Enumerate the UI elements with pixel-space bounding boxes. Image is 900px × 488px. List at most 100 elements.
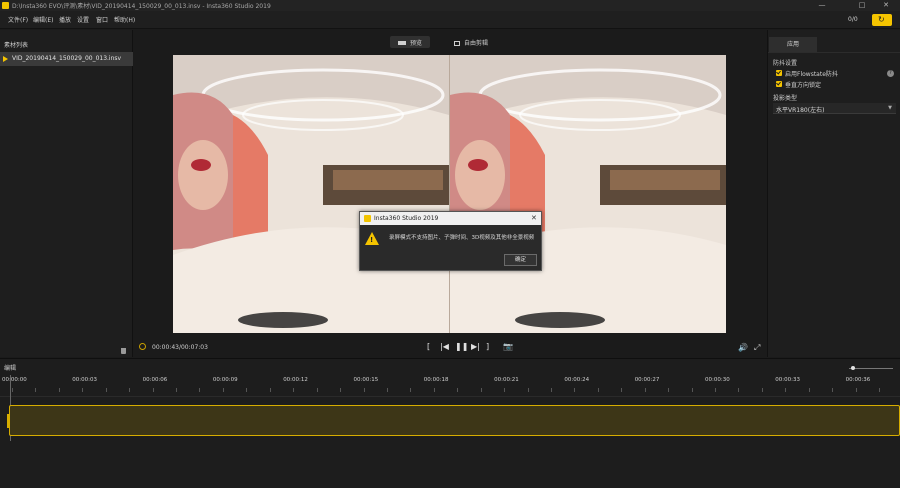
menu-bar: 文件(F) 编辑(E) 播放 设置 窗口 帮助(H) 0/0 ↻ [0,11,900,29]
media-list-panel: 素材列表 VID_20190414_150029_00_013.insv [0,30,133,357]
fullscreen-icon[interactable]: ⤢ [754,343,760,353]
vertical-lock-checkbox[interactable] [776,81,782,87]
timeline-tick [316,388,318,392]
maximize-button[interactable]: □ [852,0,872,11]
timeline-tick [176,388,178,392]
tab-free-edit-label: 自由剪辑 [464,40,489,47]
timeline-tick-label: 00:00:00 [2,377,27,383]
menu-help[interactable]: 帮助(H) [114,15,135,24]
flowstate-label: 启用Flowstate防抖 [785,71,838,78]
tab-apply[interactable]: 应用 [769,37,817,52]
timeline-tick-label: 00:00:15 [353,377,379,383]
warning-dialog: Insta360 Studio 2019 ✕ ! 录屏模式不支持图片、子弹时间、… [359,211,542,271]
zoom-knob[interactable] [851,366,855,370]
timeline-tick [363,388,365,392]
time-ruler[interactable]: 00:00:00 00:00:03 00:00:06 00:00:09 00:00:12… [0,375,900,397]
timeline-tick [293,388,295,392]
tab-free-edit[interactable]: 自由剪辑 [446,36,496,48]
timeline-tick [597,388,599,392]
next-frame-button[interactable]: ▶| [471,342,480,352]
dialog-title-bar: Insta360 Studio 2019 ✕ [360,212,541,225]
media-list-header: 素材列表 [4,42,29,49]
menu-edit[interactable]: 编辑(E) [33,15,53,24]
projection-select[interactable]: 水平VR180(左右) ▼ [773,103,896,114]
zoom-slider[interactable] [843,365,898,371]
menu-window[interactable]: 窗口 [96,15,108,24]
media-file-name: VID_20190414_150029_00_013.insv [12,55,122,62]
menu-settings[interactable]: 设置 [77,15,89,24]
timeline-tick [550,388,552,392]
timeline-tick [58,388,60,392]
title-bar: D:\Insta360 EVO\评测\素材\VID_20190414_15002… [0,0,900,11]
timeline-tick [410,388,412,392]
projection-header: 投影类型 [773,95,798,102]
video-viewport[interactable] [173,55,726,333]
timeline-tick [621,388,623,392]
projection-value: 水平VR180(左右) [776,107,825,114]
chevron-down-icon: ▼ [888,105,892,111]
timeline-tick [340,388,342,392]
timeline-tick [457,388,459,392]
timeline-panel: 编辑 00:00:00 00:00:03 00:00:06 00:00:09 00:00… [0,358,900,488]
volume-icon[interactable]: 🔊 [738,343,748,352]
media-list-item[interactable]: VID_20190414_150029_00_013.insv [0,52,133,66]
menu-file[interactable]: 文件(F) [8,15,28,24]
timeline-tick [35,388,37,392]
in-point-button[interactable]: [ [427,342,430,352]
timeline-tick [808,388,810,392]
settings-circle-icon[interactable] [139,343,146,350]
out-point-button[interactable]: ] [486,342,489,352]
timeline-tick-label: 00:00:09 [212,377,238,383]
menu-play[interactable]: 播放 [59,15,71,24]
app-logo-icon [364,215,371,222]
timeline-tick [433,388,435,392]
divider [768,52,900,53]
timeline-tick [222,388,224,392]
help-icon[interactable]: ? [887,70,894,77]
preview-area: 预览 自由剪辑 00:00:43/00:07:03 [|◀ ❚❚ ▶|] 📷… [134,30,767,357]
timeline-label: 编辑 [4,365,17,372]
timeline-tick [386,388,388,392]
timeline-tick [691,388,693,392]
prev-frame-button[interactable]: |◀ [440,342,449,352]
pause-button[interactable]: ❚❚ [455,342,468,352]
upgrade-button[interactable]: ↻ [872,14,892,26]
timeline-tick [504,388,506,392]
page-counter: 0/0 [848,16,858,23]
timeline-tick [12,388,13,392]
timeline-tick [785,388,787,392]
app-logo-icon [2,2,9,9]
minimize-button[interactable]: — [812,0,832,11]
monitor-icon [398,41,406,45]
timeline-tick [738,388,740,392]
dialog-close-icon[interactable]: ✕ [531,214,537,222]
timeline-tick-label: 00:00:21 [494,377,519,383]
window-title: D:\Insta360 EVO\评测\素材\VID_20190414_15002… [12,3,271,10]
timeline-tick [199,388,201,392]
play-indicator-icon [3,56,8,62]
timeline-tick-label: 00:00:27 [634,377,660,383]
settings-panel: 应用 防抖设置 启用Flowstate防抖 ? 垂直方向锁定 投影类型 水平VR… [767,30,900,357]
timeline-tick [668,388,670,392]
tab-preview[interactable]: 预览 [390,36,431,48]
video-clip-track[interactable] [7,405,900,436]
timeline-tick [832,388,834,392]
clip-trim-handle[interactable] [7,414,10,428]
dialog-message: 录屏模式不支持图片、子弹时间、3D视频及其他非全景视频 [389,235,535,241]
timeline-tick-label: 00:00:24 [564,377,590,383]
timeline-tick [152,388,154,392]
left-eye-view [173,55,449,333]
snapshot-button[interactable]: 📷 [503,342,513,352]
warning-exclamation: ! [370,236,374,244]
flowstate-checkbox[interactable] [776,70,782,76]
timeline-tick [644,388,646,392]
dialog-ok-button[interactable]: 确定 [504,254,537,266]
zoom-track [849,368,893,369]
timeline-tick [715,388,716,392]
timeline-tick [246,388,248,392]
timeline-tick-label: 00:00:36 [845,377,871,383]
timeline-tick [879,388,881,392]
refresh-icon: ↻ [878,15,885,24]
close-button[interactable]: ✕ [876,0,896,11]
trash-icon[interactable] [121,348,126,354]
